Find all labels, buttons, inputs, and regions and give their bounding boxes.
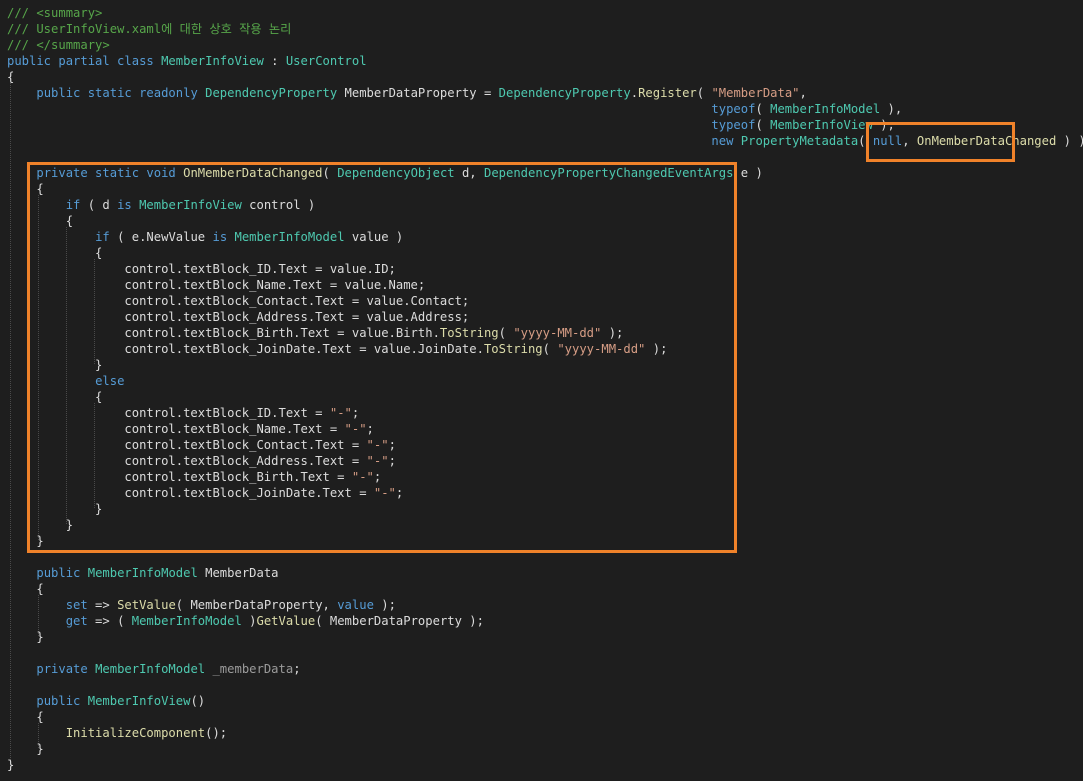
code-token: MemberInfoModel <box>770 102 881 116</box>
code-token: new <box>711 134 741 148</box>
code-line: typeof( MemberInfoView ), <box>7 117 894 133</box>
code-token: () <box>190 694 206 708</box>
code-token: ) ); <box>1063 134 1083 148</box>
code-token: . <box>630 86 639 100</box>
code-token: private <box>36 662 96 676</box>
code-token: ; <box>293 662 301 676</box>
code-token: MemberInfoView <box>770 118 873 132</box>
code-line: /// UserInfoView.xaml에 대한 상호 작용 논리 <box>7 21 291 37</box>
code-token: MemberInfoView <box>161 54 264 68</box>
code-token: ), <box>880 102 903 116</box>
code-token: _memberData <box>212 662 294 676</box>
code-line: public MemberInfoView() <box>7 693 205 709</box>
code-line: InitializeComponent(); <box>7 725 227 741</box>
code-token: : <box>263 54 286 68</box>
code-token: } <box>7 742 44 756</box>
code-token: ) <box>241 614 257 628</box>
code-token: ( MemberDataProperty ); <box>315 614 484 628</box>
code-token: MemberDataProperty = <box>337 86 499 100</box>
code-line: /// </summary> <box>7 37 110 53</box>
code-token: typeof <box>711 118 756 132</box>
code-line: /// <summary> <box>7 5 102 21</box>
code-token: DependencyProperty <box>498 86 631 100</box>
code-token: value <box>337 598 374 612</box>
code-line: } <box>7 741 44 757</box>
code-line: get => ( MemberInfoModel )GetValue( Memb… <box>7 613 484 629</box>
code-token: Register <box>638 86 697 100</box>
code-token: } <box>7 630 44 644</box>
code-token: typeof <box>711 102 756 116</box>
code-token: set <box>65 598 88 612</box>
code-token: { <box>7 582 44 596</box>
code-line: } <box>7 757 14 773</box>
code-token: => ( <box>87 614 132 628</box>
code-line: public MemberInfoModel MemberData <box>7 565 279 581</box>
code-token: MemberData <box>197 566 279 580</box>
code-line: { <box>7 69 14 85</box>
code-token: public static readonly <box>36 86 206 100</box>
code-token: ); <box>373 598 396 612</box>
code-token: "MemberData" <box>711 86 800 100</box>
code-token: MemberInfoModel <box>95 662 206 676</box>
code-token: MemberInfoView <box>87 694 191 708</box>
code-token: ( MemberDataProperty, <box>175 598 338 612</box>
code-token: DependencyProperty <box>205 86 338 100</box>
code-line: } <box>7 629 44 645</box>
code-token: PropertyMetadata <box>740 134 859 148</box>
callback-reference-highlight <box>866 122 1015 162</box>
code-token: /// <summary> <box>7 6 103 20</box>
code-token: { <box>7 710 44 724</box>
code-token: GetValue <box>256 614 316 628</box>
code-line: set => SetValue( MemberDataProperty, val… <box>7 597 396 613</box>
code-token: MemberInfoModel <box>87 566 198 580</box>
code-token: (); <box>205 726 228 740</box>
code-token: { <box>7 70 15 84</box>
code-token: , <box>799 86 807 100</box>
code-token: InitializeComponent <box>65 726 206 740</box>
code-token: /// UserInfoView.xaml에 대한 상호 작용 논리 <box>7 22 292 36</box>
code-line: private MemberInfoModel _memberData; <box>7 661 301 677</box>
code-token: public <box>36 694 88 708</box>
code-token: } <box>7 758 15 772</box>
code-line: public static readonly DependencyPropert… <box>7 85 807 101</box>
code-line: { <box>7 581 44 597</box>
code-token: public <box>36 566 88 580</box>
code-token: e ) <box>733 166 763 180</box>
code-line: public partial class MemberInfoView : Us… <box>7 53 367 69</box>
code-token: public partial class <box>7 54 162 68</box>
code-token: SetValue <box>117 598 176 612</box>
callback-method-highlight <box>27 162 737 553</box>
code-line: typeof( MemberInfoModel ), <box>7 101 902 117</box>
code-token: => <box>87 598 118 612</box>
code-line: { <box>7 709 44 725</box>
code-token: ( <box>696 86 712 100</box>
code-token: ( <box>755 118 771 132</box>
code-token: MemberInfoModel <box>131 614 242 628</box>
code-token: get <box>65 614 88 628</box>
code-token: /// </summary> <box>7 38 110 52</box>
code-editor[interactable]: /// <summary> /// UserInfoView.xaml에 대한 상… <box>0 0 1083 781</box>
code-token: UserControl <box>285 54 367 68</box>
code-token: ( <box>755 102 771 116</box>
